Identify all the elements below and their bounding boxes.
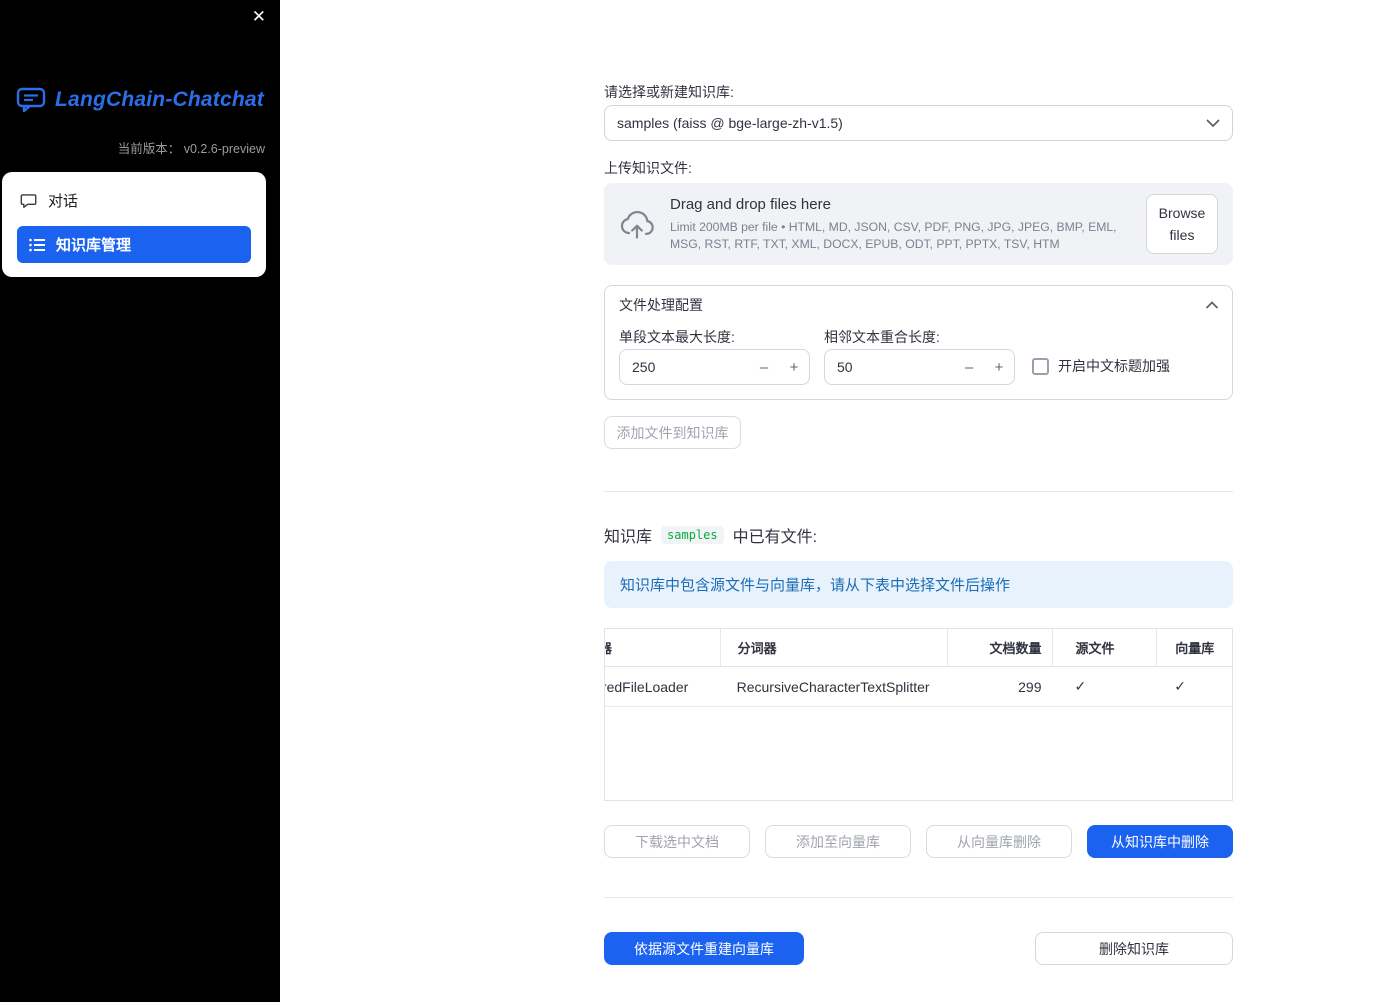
max-length-value: 250 <box>632 359 656 375</box>
download-selected-button[interactable]: 下载选中文档 <box>604 825 750 858</box>
kb-select[interactable]: samples (faiss @ bge-large-zh-v1.5) <box>604 105 1233 141</box>
check-icon: ✓ <box>1074 678 1087 694</box>
chatchat-logo-icon <box>16 86 46 114</box>
cell-source-check: ✓ <box>1052 667 1157 706</box>
file-uploader-dropzone[interactable]: Drag and drop files here Limit 200MB per… <box>604 183 1233 265</box>
cell-splitter: RecursiveCharacterTextSplitter <box>736 678 930 695</box>
kb-name-code: samples <box>661 526 724 544</box>
zh-title-enhance-label: 开启中文标题加强 <box>1058 358 1170 374</box>
zh-title-enhance-checkbox[interactable]: 开启中文标题加强 <box>1032 356 1170 376</box>
cell-loader: UnstructuredFileLoader <box>605 678 689 695</box>
kb-select-value: samples (faiss @ bge-large-zh-v1.5) <box>617 115 843 131</box>
sidebar-item-knowledge-base[interactable]: 知识库管理 <box>17 226 251 263</box>
existing-prefix: 知识库 <box>604 529 653 546</box>
divider <box>604 491 1233 492</box>
max-length-label: 单段文本最大长度: <box>619 329 735 345</box>
upload-label: 上传知识文件: <box>604 160 692 176</box>
info-banner: 知识库中包含源文件与向量库，请从下表中选择文件后操作 <box>604 561 1233 608</box>
sidebar-close-icon[interactable]: ✕ <box>252 5 266 29</box>
files-table-header: 文档加载器 分词器 文档数量 源文件 向量库 <box>605 629 1232 667</box>
add-to-vector-store-button[interactable]: 添加至向量库 <box>765 825 911 858</box>
divider <box>604 897 1233 898</box>
cell-vector-check: ✓ <box>1156 667 1232 706</box>
col-vector-store: 向量库 <box>1156 629 1232 666</box>
sidebar-item-label: 知识库管理 <box>56 237 132 254</box>
app-logo: LangChain-Chatchat <box>0 86 280 114</box>
minus-step-button[interactable]: – <box>749 359 779 376</box>
col-splitter: 分词器 <box>719 629 947 666</box>
check-icon: ✓ <box>1174 678 1186 694</box>
existing-files-heading: 知识库 samples 中已有文件: <box>604 523 817 547</box>
overlap-label: 相邻文本重合长度: <box>824 329 940 345</box>
info-text: 知识库中包含源文件与向量库，请从下表中选择文件后操作 <box>620 577 1011 594</box>
cell-doc-count: 299 <box>1018 678 1042 695</box>
col-doc-count: 文档数量 <box>946 629 1052 666</box>
overlap-value: 50 <box>837 359 853 375</box>
files-table: 文档加载器 分词器 文档数量 源文件 向量库 UnstructuredFileL… <box>604 628 1233 801</box>
add-files-to-kb-button[interactable]: 添加文件到知识库 <box>604 416 741 449</box>
version-text: 当前版本： v0.2.6-preview <box>118 138 265 157</box>
plus-step-button[interactable]: + <box>984 359 1014 376</box>
cloud-upload-icon <box>619 209 655 239</box>
col-loader: 文档加载器 <box>605 629 720 666</box>
plus-step-button[interactable]: + <box>779 359 809 376</box>
existing-suffix: 中已有文件: <box>732 529 818 546</box>
rebuild-vector-store-button[interactable]: 依据源文件重建向量库 <box>604 932 804 965</box>
chat-bubble-icon <box>20 192 37 209</box>
chevron-down-icon <box>1206 119 1220 128</box>
delete-from-kb-button[interactable]: 从知识库中删除 <box>1087 825 1233 858</box>
app-window: ✕ LangChain-Chatchat 当前版本： v0.2.6-previe… <box>0 0 1380 1002</box>
chevron-up-icon <box>1206 301 1218 309</box>
table-row[interactable]: UnstructuredFileLoader RecursiveCharacte… <box>605 667 1232 707</box>
main-content: 请选择或新建知识库: samples (faiss @ bge-large-zh… <box>280 0 1380 1002</box>
file-config-title: 文件处理配置 <box>619 297 703 313</box>
sidebar-item-label: 对话 <box>48 193 79 210</box>
uploader-text: Drag and drop files here Limit 200MB per… <box>670 196 1131 253</box>
uploader-title: Drag and drop files here <box>670 195 831 213</box>
kb-select-label: 请选择或新建知识库: <box>604 84 734 100</box>
sidebar-menu: 对话 知识库管理 <box>2 172 266 277</box>
sidebar-item-chat[interactable]: 对话 <box>17 180 251 221</box>
overlap-input[interactable]: 50 – + <box>824 349 1015 385</box>
col-source-file: 源文件 <box>1051 629 1157 666</box>
delete-from-vector-store-button[interactable]: 从向量库删除 <box>926 825 1072 858</box>
delete-kb-button[interactable]: 删除知识库 <box>1035 932 1233 965</box>
minus-step-button[interactable]: – <box>954 359 984 376</box>
file-config-expander: 文件处理配置 单段文本最大长度: 250 – + 相邻文本重合长度: 50 – … <box>604 285 1233 400</box>
version-value: v0.2.6-preview <box>183 142 265 156</box>
browse-files-button[interactable]: Browse files <box>1146 193 1218 255</box>
file-config-expander-header[interactable]: 文件处理配置 <box>605 286 1232 324</box>
list-icon <box>29 238 45 252</box>
checkbox-box[interactable] <box>1032 357 1049 375</box>
app-logo-text: LangChain-Chatchat <box>55 88 264 111</box>
version-label: 当前版本： <box>117 142 181 156</box>
uploader-limit-text: Limit 200MB per file • HTML, MD, JSON, C… <box>670 219 1117 251</box>
max-length-input[interactable]: 250 – + <box>619 349 810 385</box>
sidebar: ✕ LangChain-Chatchat 当前版本： v0.2.6-previe… <box>0 0 280 1002</box>
